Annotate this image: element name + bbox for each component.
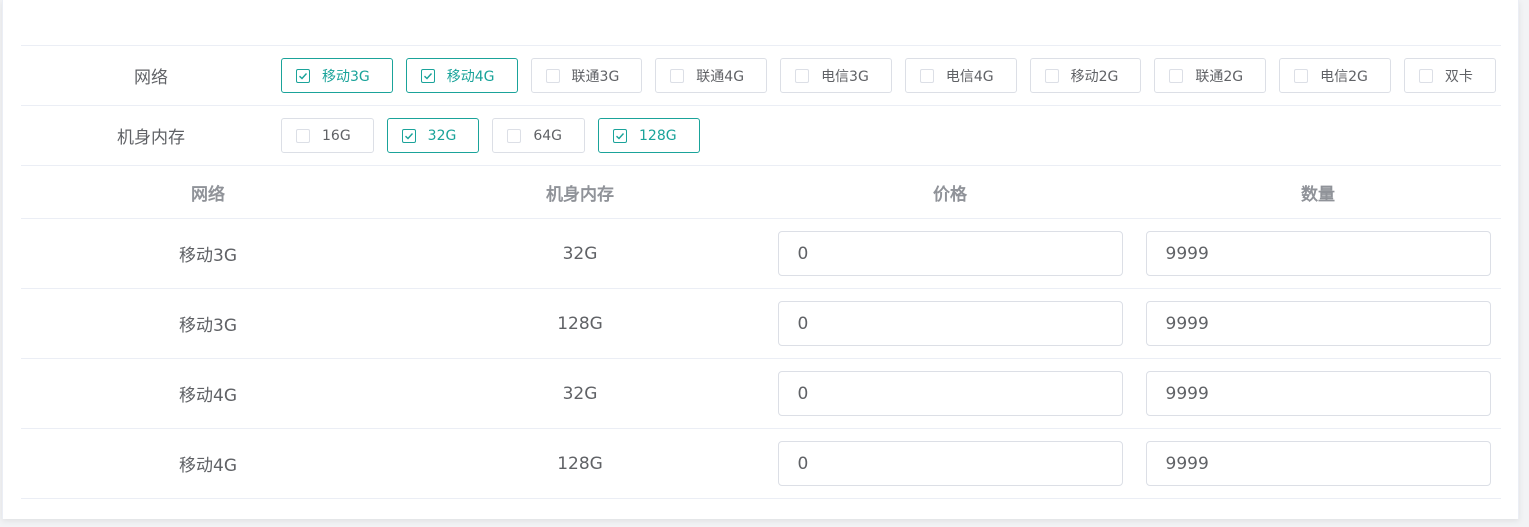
check-icon xyxy=(299,72,308,79)
cell-memory: 128G xyxy=(557,313,603,334)
option-checkbox[interactable]: 联通3G xyxy=(530,58,643,93)
option-checkbox[interactable]: 电信3G xyxy=(780,58,892,93)
cell-network: 移动4G xyxy=(179,386,237,406)
cell-memory: 32G xyxy=(562,243,598,264)
option-checkbox[interactable]: 16G xyxy=(281,118,374,153)
table-row: 移动4G 128G xyxy=(21,429,1501,499)
checkbox-box[interactable] xyxy=(919,68,934,83)
quantity-input[interactable] xyxy=(1145,441,1491,486)
cell-price xyxy=(765,231,1135,276)
cell-network: 移动3G xyxy=(179,246,237,266)
price-input[interactable] xyxy=(777,371,1123,416)
checkbox-box[interactable] xyxy=(1418,68,1433,83)
table-body: 移动3G 32G 移动3G 128G 移动4G 32G 移动4G 128G xyxy=(21,219,1501,499)
option-checkbox[interactable]: 电信2G xyxy=(1279,58,1391,93)
header-price: 价格 xyxy=(933,184,967,205)
option-label: 16G xyxy=(322,127,351,144)
cell-quantity xyxy=(1135,371,1501,416)
header-memory: 机身内存 xyxy=(546,184,614,205)
sku-editor-card: 网络 移动3G 移动4G 联通3G 联通4G 电信3G 电信4G 移动2G 联通2G 电信2G 双… xyxy=(2,0,1519,519)
header-quantity: 数量 xyxy=(1301,184,1335,205)
table-row: 移动3G 32G xyxy=(21,219,1501,289)
option-checkbox[interactable]: 移动4G xyxy=(405,58,518,93)
cell-memory: 32G xyxy=(562,383,598,404)
option-checkbox[interactable]: 电信4G xyxy=(904,58,1017,93)
table-row: 移动3G 128G xyxy=(21,289,1501,359)
network-options: 移动3G 移动4G 联通3G 联通4G 电信3G 电信4G 移动2G 联通2G 电信2G 双卡 xyxy=(281,58,1496,93)
table-header: 网络 机身内存 价格 数量 xyxy=(21,166,1501,219)
option-checkbox[interactable]: 128G xyxy=(598,118,700,153)
checkbox-box[interactable] xyxy=(296,68,310,83)
price-input[interactable] xyxy=(777,231,1123,276)
table-row: 移动4G 32G xyxy=(21,359,1501,429)
option-label: 双卡 xyxy=(1444,68,1473,85)
option-label: 电信2G xyxy=(1320,68,1368,85)
cell-quantity xyxy=(1135,231,1501,276)
option-label: 电信4G xyxy=(945,68,994,85)
sku-table: 网络 机身内存 价格 数量 移动3G32G移动3G128G移动4G32G移动4G… xyxy=(21,165,1501,499)
option-label: 联通4G xyxy=(696,68,745,85)
checkbox-box[interactable] xyxy=(507,128,522,143)
option-checkbox[interactable]: 联通2G xyxy=(1154,58,1267,93)
cell-price xyxy=(765,301,1135,346)
spec-row-memory: 机身内存 16G 32G 64G 128G xyxy=(21,105,1501,165)
quantity-input[interactable] xyxy=(1145,301,1491,346)
checkbox-box[interactable] xyxy=(795,68,810,83)
quantity-input[interactable] xyxy=(1145,231,1491,276)
option-checkbox[interactable]: 32G xyxy=(386,118,480,153)
option-label: 移动3G xyxy=(322,68,370,85)
option-checkbox[interactable]: 移动3G xyxy=(281,58,393,93)
checkbox-box[interactable] xyxy=(1169,68,1184,83)
checkbox-box[interactable] xyxy=(1044,68,1059,83)
check-icon xyxy=(423,72,432,79)
price-input[interactable] xyxy=(777,441,1123,486)
option-checkbox[interactable]: 移动2G xyxy=(1029,58,1142,93)
cell-quantity xyxy=(1135,301,1501,346)
option-label: 32G xyxy=(427,127,457,144)
check-icon xyxy=(404,132,413,139)
memory-options: 16G 32G 64G 128G xyxy=(281,118,700,153)
header-network: 网络 xyxy=(191,184,225,205)
option-checkbox[interactable]: 双卡 xyxy=(1403,58,1496,93)
checkbox-box[interactable] xyxy=(401,128,416,143)
price-input[interactable] xyxy=(777,301,1123,346)
option-label: 128G xyxy=(639,127,677,144)
cell-quantity xyxy=(1135,441,1501,486)
checkbox-box[interactable] xyxy=(545,68,560,83)
option-checkbox[interactable]: 64G xyxy=(492,118,586,153)
option-label: 移动2G xyxy=(1070,68,1119,85)
checkbox-box[interactable] xyxy=(613,128,628,143)
spec-row-network: 网络 移动3G 移动4G 联通3G 联通4G 电信3G 电信4G 移动2G 联通2G 电信2G 双… xyxy=(21,45,1501,105)
cell-price xyxy=(765,371,1135,416)
spec-label-network: 网络 xyxy=(134,68,168,88)
checkbox-box[interactable] xyxy=(1294,68,1309,83)
spec-label-memory: 机身内存 xyxy=(117,128,185,148)
cell-memory: 128G xyxy=(557,453,603,474)
checkbox-box[interactable] xyxy=(296,128,310,143)
check-icon xyxy=(616,132,625,139)
checkbox-box[interactable] xyxy=(670,68,685,83)
option-label: 电信3G xyxy=(821,68,869,85)
quantity-input[interactable] xyxy=(1145,371,1491,416)
option-label: 移动4G xyxy=(446,68,495,85)
cell-price xyxy=(765,441,1135,486)
cell-network: 移动4G xyxy=(179,456,237,476)
option-label: 联通3G xyxy=(571,68,620,85)
option-checkbox[interactable]: 联通4G xyxy=(655,58,768,93)
option-label: 64G xyxy=(533,127,563,144)
option-label: 联通2G xyxy=(1195,68,1244,85)
cell-network: 移动3G xyxy=(179,316,237,336)
checkbox-box[interactable] xyxy=(420,68,435,83)
